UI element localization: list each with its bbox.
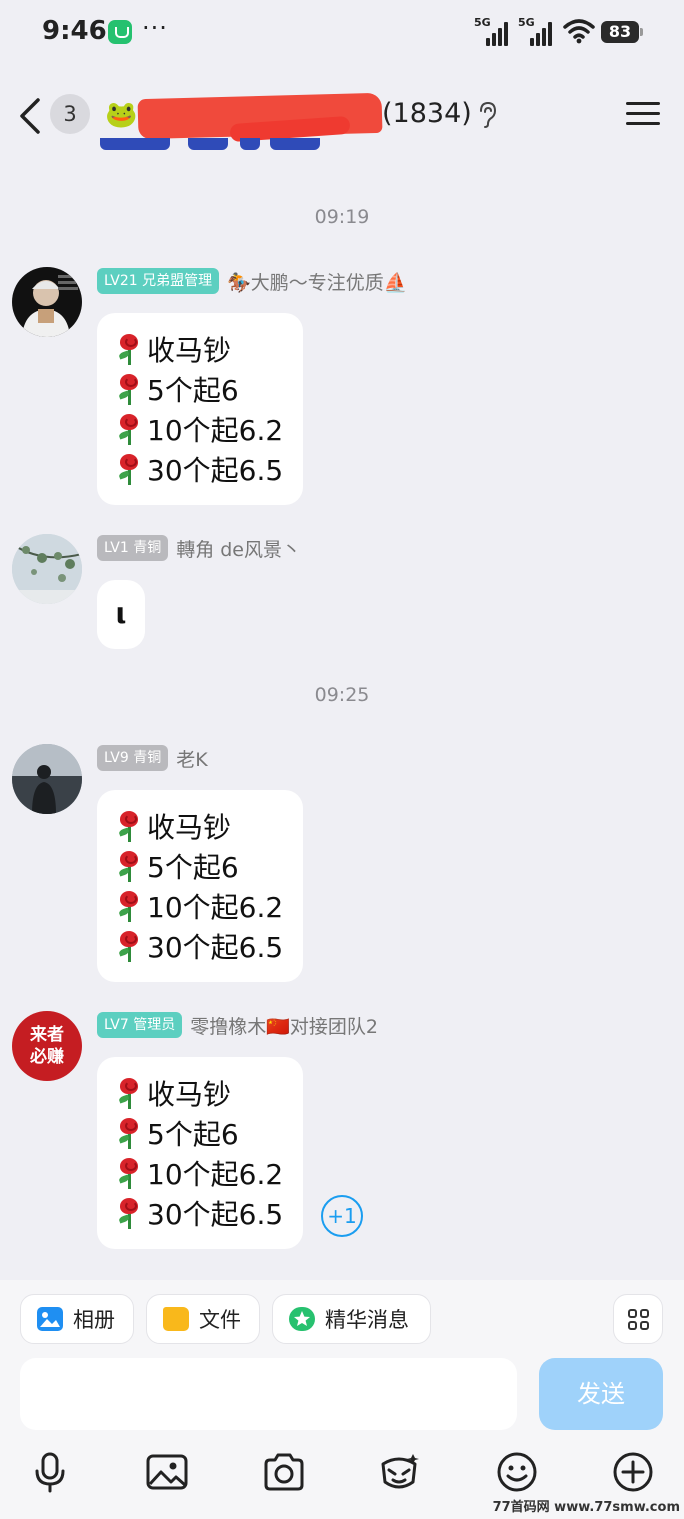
- message-line: 10个起6.2: [147, 414, 284, 447]
- essence-messages-button[interactable]: 精华消息: [272, 1294, 431, 1344]
- level-badge: LV9 青铜: [97, 745, 169, 771]
- rose-icon: [115, 452, 143, 486]
- more-notifications-icon: ···: [142, 14, 168, 42]
- message-line: 30个起6.5: [147, 454, 284, 487]
- rose-icon: [115, 1156, 143, 1190]
- level-badge: LV7 管理员: [97, 1012, 183, 1038]
- message-bubble[interactable]: 收马钞 5个起6 10个起6.2 30个起6.5: [97, 1057, 303, 1249]
- watermark: 77首码网 www.77smw.com: [492, 1500, 680, 1515]
- avatar[interactable]: [12, 267, 82, 337]
- battery-icon: 83: [601, 21, 643, 43]
- message-line: 5个起6: [147, 374, 239, 407]
- level-badge: LV21 兄弟盟管理: [97, 268, 220, 294]
- sender-meta: LV9 青铜 老K: [97, 745, 208, 771]
- timestamp: 09:25: [314, 684, 370, 706]
- emoji-icon[interactable]: [495, 1450, 539, 1494]
- rose-icon: [115, 332, 143, 366]
- avatar[interactable]: [12, 534, 82, 604]
- message-line: 5个起6: [147, 851, 239, 884]
- ear-icon: [480, 101, 497, 128]
- rose-icon: [115, 929, 143, 963]
- message-line: 10个起6.2: [147, 891, 284, 924]
- level-badge: LV1 青铜: [97, 535, 169, 561]
- avatar[interactable]: 来者 必赚: [12, 1011, 82, 1081]
- album-label: 相册: [73, 1308, 115, 1332]
- sender-meta: LV1 青铜 轉角 de风景丶: [97, 535, 301, 561]
- message-text: ι: [115, 597, 127, 630]
- send-button[interactable]: 发送: [539, 1358, 663, 1430]
- rose-icon: [115, 849, 143, 883]
- unread-count-badge[interactable]: 3: [50, 94, 90, 134]
- menu-icon[interactable]: [626, 100, 660, 128]
- back-icon[interactable]: [16, 96, 44, 136]
- message-bubble[interactable]: 收马钞 5个起6 10个起6.2 30个起6.5: [97, 790, 303, 982]
- red-packet-icon[interactable]: [377, 1450, 421, 1494]
- album-button[interactable]: 相册: [20, 1294, 134, 1344]
- signal-icon-2: 5G: [518, 14, 558, 46]
- avatar-text: 必赚: [30, 1047, 64, 1067]
- folder-icon: [163, 1307, 189, 1331]
- star-icon: [289, 1307, 315, 1331]
- rose-icon: [115, 412, 143, 446]
- message-line: 收马钞: [147, 811, 232, 844]
- camera-icon[interactable]: [262, 1450, 306, 1494]
- app-notification-icon: [108, 20, 132, 44]
- sender-name[interactable]: 零撸橡木🇨🇳对接团队2: [190, 1012, 378, 1039]
- message-bubble[interactable]: ι: [97, 580, 145, 649]
- album-icon: [37, 1307, 63, 1331]
- sender-meta: LV7 管理员 零撸橡木🇨🇳对接团队2: [97, 1012, 378, 1038]
- file-button[interactable]: 文件: [146, 1294, 260, 1344]
- message-bubble[interactable]: 收马钞 5个起6 10个起6.2 30个起6.5: [97, 313, 303, 505]
- pinned-banner-fragment: [100, 138, 320, 166]
- microphone-icon[interactable]: [28, 1450, 72, 1494]
- timestamp: 09:19: [314, 206, 370, 228]
- message-line: 10个起6.2: [147, 1158, 284, 1191]
- rose-icon: [115, 1116, 143, 1150]
- sender-meta: LV21 兄弟盟管理 🏇大鹏～专注优质⛵: [97, 268, 407, 294]
- message-line: 收马钞: [147, 1078, 232, 1111]
- plus-icon[interactable]: [611, 1450, 655, 1494]
- essence-messages-label: 精华消息: [325, 1308, 409, 1332]
- message-line: 5个起6: [147, 1118, 239, 1151]
- message-input[interactable]: [20, 1358, 517, 1430]
- rose-icon: [115, 889, 143, 923]
- status-bar: 9:46 ··· 5G 5G 83: [0, 0, 684, 66]
- message-line: 30个起6.5: [147, 931, 284, 964]
- apps-grid-button[interactable]: [613, 1294, 663, 1344]
- message-line: 收马钞: [147, 334, 232, 367]
- rose-icon: [115, 372, 143, 406]
- rose-icon: [115, 809, 143, 843]
- avatar-text: 来者: [30, 1025, 64, 1045]
- sender-name[interactable]: 老K: [176, 745, 207, 772]
- signal-icon: 5G: [474, 14, 514, 46]
- group-member-count[interactable]: (1834): [382, 98, 472, 129]
- rose-icon: [115, 1196, 143, 1230]
- sender-name[interactable]: 🏇大鹏～专注优质⛵: [227, 268, 407, 295]
- image-icon[interactable]: [145, 1450, 189, 1494]
- file-label: 文件: [199, 1308, 241, 1332]
- status-time: 9:46: [42, 16, 107, 46]
- plus-one-button[interactable]: +1: [321, 1195, 363, 1237]
- message-line: 30个起6.5: [147, 1198, 284, 1231]
- wifi-icon: [563, 19, 595, 44]
- rose-icon: [115, 1076, 143, 1110]
- avatar[interactable]: [12, 744, 82, 814]
- frog-emoji-icon: 🐸: [105, 100, 138, 130]
- sender-name[interactable]: 轉角 de风景丶: [176, 535, 301, 562]
